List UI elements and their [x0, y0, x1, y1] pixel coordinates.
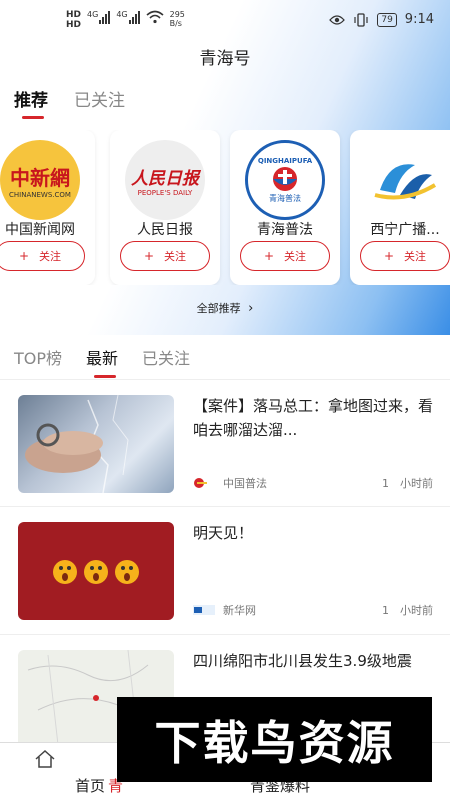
home-icon — [35, 749, 55, 768]
news-source: 中国普法 — [223, 477, 267, 490]
tab-recommend[interactable]: 推荐 — [14, 86, 48, 119]
account-name: 中国新闻网 — [5, 222, 75, 238]
wifi-icon — [146, 10, 164, 24]
logo-subtext: 青海普法 — [269, 193, 301, 203]
plus-icon: + — [143, 249, 155, 263]
speed-value: 295 — [169, 10, 185, 19]
news-thumbnail-handcuffs — [18, 395, 174, 493]
news-time: 1 小时前 — [382, 604, 433, 617]
logo-subtext: CHINANEWS.COM — [9, 190, 71, 199]
surprised-faces-image — [53, 560, 139, 584]
logo-subtext: PEOPLE'S DAILY — [137, 188, 193, 197]
watermark-text: 下载鸟资源 — [154, 715, 395, 770]
tab-followed[interactable]: 已关注 — [74, 86, 125, 111]
hd-indicator: HD HD — [66, 10, 81, 30]
follow-button[interactable]: + 关注 — [120, 241, 210, 271]
follow-button[interactable]: + 关注 — [360, 241, 450, 271]
status-right: 79 9:14 — [329, 12, 434, 27]
handcuffs-image — [25, 395, 129, 493]
account-carousel[interactable]: 中新網 CHINANEWS.COM 中国新闻网 + 关注 人民日报 PEOPLE… — [0, 130, 450, 285]
news-meta: 中国普法 1 小时前 — [193, 475, 433, 491]
tab-section-followed[interactable]: 已关注 — [142, 345, 190, 369]
account-card[interactable]: 人民日报 PEOPLE'S DAILY 人民日报 + 关注 — [110, 130, 220, 285]
plus-icon: + — [263, 249, 275, 263]
source-logo-icon — [193, 605, 215, 615]
network-type-2: 4G — [116, 10, 128, 19]
status-left: HD HD 4G 4G 295 B/s — [66, 10, 185, 30]
news-title: 【案件】落马总工：拿地图过来，看咱去哪溜达溜... — [193, 397, 434, 439]
news-item[interactable]: 【案件】落马总工：拿地图过来，看咱去哪溜达溜... 中国普法 1 小时前 — [0, 380, 450, 507]
hd-label-1: HD — [66, 10, 82, 20]
follow-label: 关注 — [284, 250, 307, 263]
vibrate-icon — [354, 12, 368, 27]
status-bar: HD HD 4G 4G 295 B/s 79 9:14 — [0, 0, 450, 40]
follow-button[interactable]: + 关注 — [240, 241, 330, 271]
peoples-daily-logo: 人民日报 PEOPLE'S DAILY — [125, 140, 205, 220]
watermark-banner: 下载鸟资源 — [117, 697, 432, 782]
top-tab-bar: 推荐 已关注 — [14, 86, 125, 119]
account-card[interactable]: 西宁广播... + 关注 — [350, 130, 450, 285]
chinanews-logo: 中新網 CHINANEWS.COM — [0, 140, 80, 220]
signal-icon: 4G — [87, 10, 111, 24]
speed-unit: B/s — [169, 19, 182, 28]
follow-label: 关注 — [404, 250, 427, 263]
tab-latest[interactable]: 最新 — [86, 345, 118, 378]
all-recommend-label: 全部推荐 — [196, 302, 241, 315]
follow-button[interactable]: + 关注 — [0, 241, 85, 271]
section-tab-bar: TOP榜 最新 已关注 — [14, 345, 190, 378]
chevron-right-icon: › — [248, 301, 254, 316]
news-title: 四川绵阳市北川县发生3.9级地震 — [193, 652, 412, 670]
logo-text: QINGHAIPUFA — [257, 156, 313, 165]
news-title: 明天见！ — [193, 524, 254, 542]
all-recommend-link[interactable]: 全部推荐 › — [0, 300, 450, 316]
page-title: 青海号 — [199, 49, 251, 69]
nav-home[interactable]: 首页 — [0, 743, 105, 801]
network-speed: 295 B/s — [170, 10, 185, 28]
news-time: 1 小时前 — [382, 477, 433, 490]
source-logo-icon — [194, 478, 207, 488]
account-name: 青海普法 — [257, 222, 313, 238]
hd-label-2: HD — [66, 20, 82, 30]
battery-icon: 79 — [377, 12, 397, 27]
swirl-logo-icon — [374, 164, 437, 200]
qinghai-pufa-logo: QINGHAIPUFA 青海普法 — [245, 140, 325, 220]
account-card[interactable]: QINGHAIPUFA 青海普法 青海普法 + 关注 — [230, 130, 340, 285]
logo-text: 中新網 — [10, 165, 70, 190]
signal-icon-2: 4G — [116, 10, 140, 24]
news-thumbnail-emoji — [18, 522, 174, 620]
account-card[interactable]: 中新網 CHINANEWS.COM 中国新闻网 + 关注 — [0, 130, 95, 285]
network-type-1: 4G — [87, 10, 99, 19]
logo-text: 人民日报 — [131, 168, 199, 189]
plus-icon: + — [18, 249, 30, 263]
eye-icon — [329, 14, 346, 25]
news-meta: 新华网 1 小时前 — [193, 602, 433, 618]
emblem-icon — [273, 166, 297, 191]
xining-broadcast-logo — [365, 140, 445, 220]
account-name: 人民日报 — [137, 222, 193, 238]
account-name: 西宁广播... — [370, 222, 440, 238]
news-item[interactable]: 明天见！ 新华网 1 小时前 — [0, 507, 450, 635]
plus-icon: + — [383, 249, 395, 263]
follow-label: 关注 — [164, 250, 187, 263]
clock: 9:14 — [404, 12, 434, 27]
news-source: 新华网 — [223, 604, 256, 617]
tab-top[interactable]: TOP榜 — [14, 345, 62, 369]
follow-label: 关注 — [39, 250, 62, 263]
